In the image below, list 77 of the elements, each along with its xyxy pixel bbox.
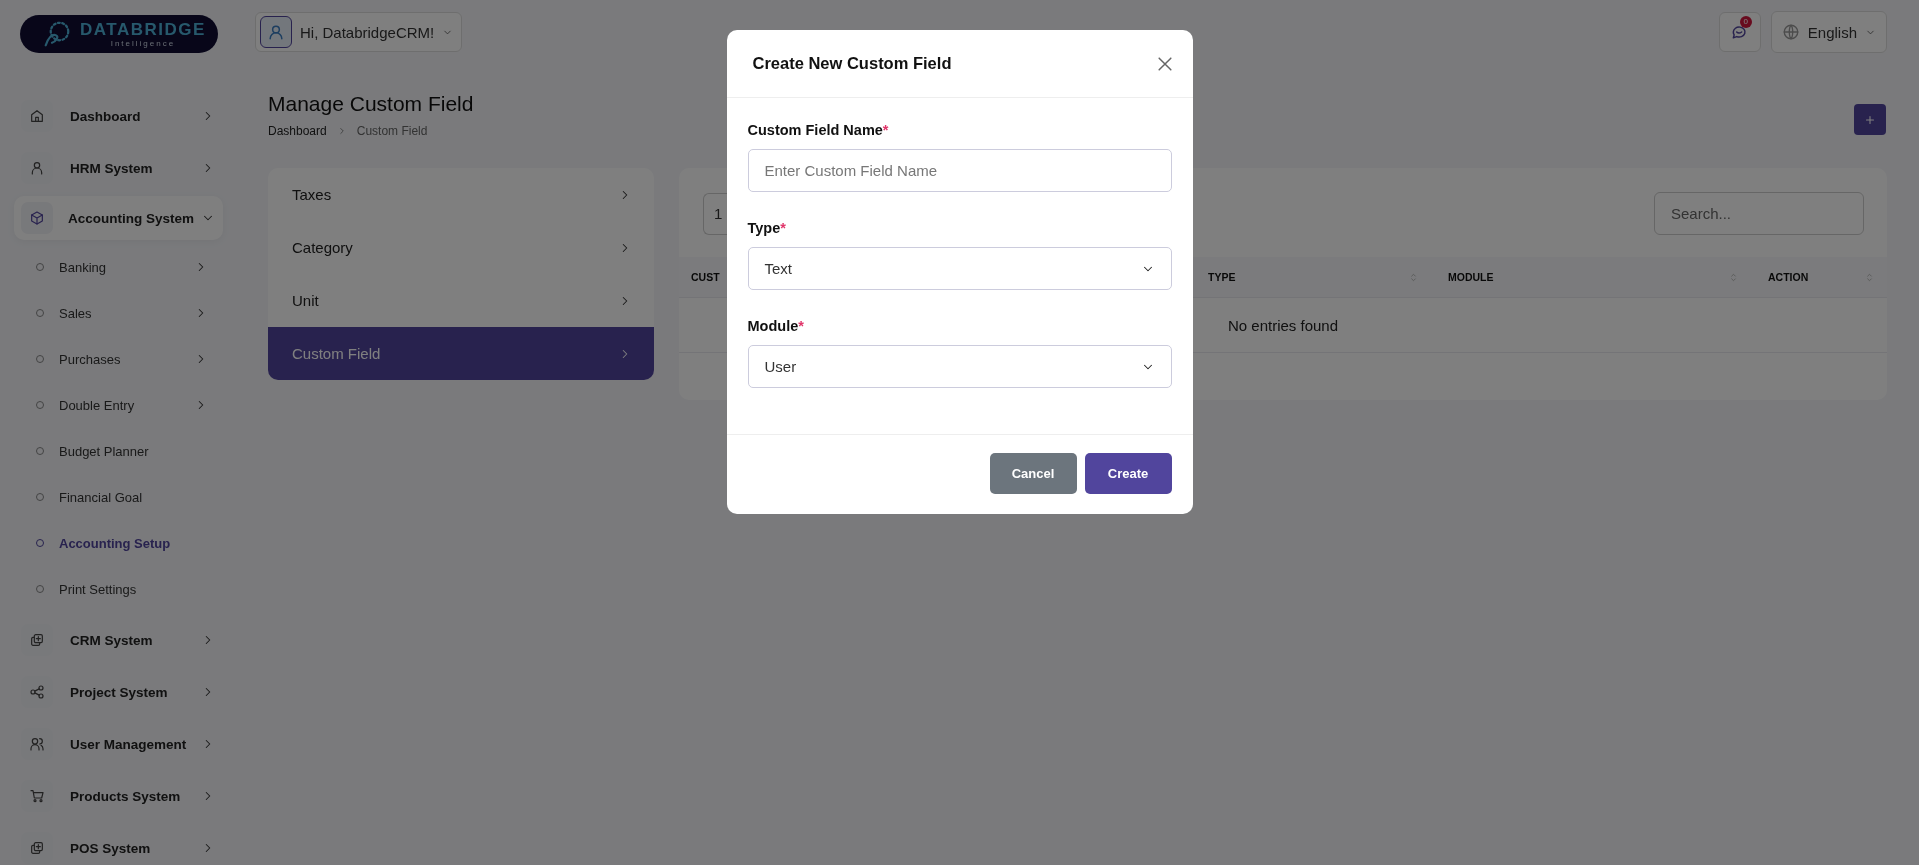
sidebar-subitem[interactable]: Budget Planner [36, 430, 208, 472]
sidebar-subitem[interactable]: Banking [36, 246, 208, 288]
language-dropdown[interactable]: English [1770, 11, 1887, 53]
settings-menu-item[interactable]: Custom Field [268, 327, 654, 380]
column-header[interactable]: CUST [691, 271, 720, 283]
sidebar-subitem[interactable]: Print Settings [36, 568, 208, 610]
logo-tagline: Intelligence [110, 39, 176, 48]
sidebar-item[interactable]: HRM System [14, 144, 223, 192]
required-mark: * [780, 220, 786, 236]
field-label: Module* [747, 318, 805, 334]
sidebar-subitem-label: Financial Goal [59, 489, 144, 505]
field-label: Custom Field Name* [747, 122, 890, 138]
sidebar-item[interactable]: Project System [14, 668, 223, 716]
name-input-field[interactable]: Enter Custom Field Name [747, 149, 1172, 192]
home-icon [29, 108, 45, 124]
sidebar-item-label: CRM System [70, 632, 154, 648]
sidebar-item-label: Products System [70, 788, 182, 804]
create-button[interactable]: Create [1084, 453, 1172, 494]
globe-head-icon [42, 19, 72, 49]
logo[interactable]: DATABRIDGE Intelligence [20, 15, 218, 53]
sidebar-item-label: Accounting System [68, 210, 196, 226]
stacked-squares-icon [29, 840, 45, 856]
cube-icon [29, 210, 45, 226]
sidebar-item-label: User Management [70, 736, 188, 752]
sidebar-subitem[interactable]: Financial Goal [36, 476, 208, 518]
sidebar-subitem-label: Purchases [59, 351, 122, 367]
modal-title: Create New Custom Field [752, 54, 953, 73]
sort-arrows-icon [1408, 271, 1419, 283]
sidebar-subitem-label: Banking [59, 259, 107, 275]
sidebar-subitem-label: Accounting Setup [59, 535, 172, 551]
sort-arrows-icon [1728, 271, 1739, 283]
dropdown-field[interactable]: Text [747, 247, 1172, 290]
sidebar-item-label: Project System [70, 684, 169, 700]
sidebar-subitem-label: Print Settings [59, 581, 138, 597]
sidebar-item[interactable]: CRM System [14, 616, 223, 664]
field-label: Type* [747, 220, 787, 236]
share-icon [29, 684, 45, 700]
sidebar-item-label: Dashboard [70, 108, 142, 124]
sidebar-item[interactable]: Products System [14, 772, 223, 820]
user-icon [29, 160, 45, 176]
required-mark: * [798, 318, 804, 334]
sidebar-item[interactable]: User Management [14, 720, 223, 768]
settings-menu-item[interactable]: Unit [268, 274, 654, 327]
sidebar-item-label: POS System [70, 840, 152, 856]
sidebar-subitem[interactable]: Purchases [36, 338, 208, 380]
stacked-squares-icon [29, 632, 45, 648]
search-field[interactable]: Search... [1654, 192, 1864, 235]
settings-menu-item[interactable]: Taxes [268, 168, 654, 221]
sidebar-subitem[interactable]: Sales [36, 292, 208, 334]
sidebar-subitem-label: Sales [59, 305, 93, 321]
settings-menu-item[interactable]: Category [268, 221, 654, 274]
column-header[interactable]: ACTION [1768, 271, 1864, 283]
sidebar-subitem[interactable]: Accounting Setup [36, 522, 208, 564]
sidebar-subitem[interactable]: Double Entry [36, 384, 208, 426]
cart-icon [29, 788, 45, 804]
sidebar-item[interactable]: Dashboard [14, 92, 223, 140]
notification-badge: 0 [1739, 16, 1752, 28]
page-title: Manage Custom Field [268, 92, 475, 116]
users-icon [29, 736, 45, 752]
logo-text: DATABRIDGE [80, 20, 206, 38]
sort-arrows-icon [1864, 271, 1875, 283]
chat-button[interactable]: 0 [1718, 12, 1761, 52]
user-menu-button[interactable]: Hi, DatabridgeCRM! [255, 12, 463, 52]
sidebar-item[interactable]: Accounting System [14, 196, 223, 240]
column-header[interactable]: MODULE [1448, 271, 1728, 283]
sidebar-subitem-label: Budget Planner [59, 443, 150, 459]
required-mark: * [882, 122, 889, 138]
sidebar-item-label: HRM System [70, 160, 154, 176]
person-silhouette-icon [266, 22, 286, 42]
sidebar-item[interactable]: POS System [14, 824, 223, 865]
dropdown-field[interactable]: User [747, 345, 1172, 388]
column-header[interactable]: TYPE [1208, 271, 1408, 283]
sidebar-subitem-label: Double Entry [59, 397, 136, 413]
globe-icon [1781, 23, 1800, 41]
cancel-button[interactable]: Cancel [989, 453, 1077, 494]
breadcrumb-current: Custom Field [356, 124, 428, 138]
breadcrumb-link[interactable]: Dashboard [268, 124, 327, 138]
